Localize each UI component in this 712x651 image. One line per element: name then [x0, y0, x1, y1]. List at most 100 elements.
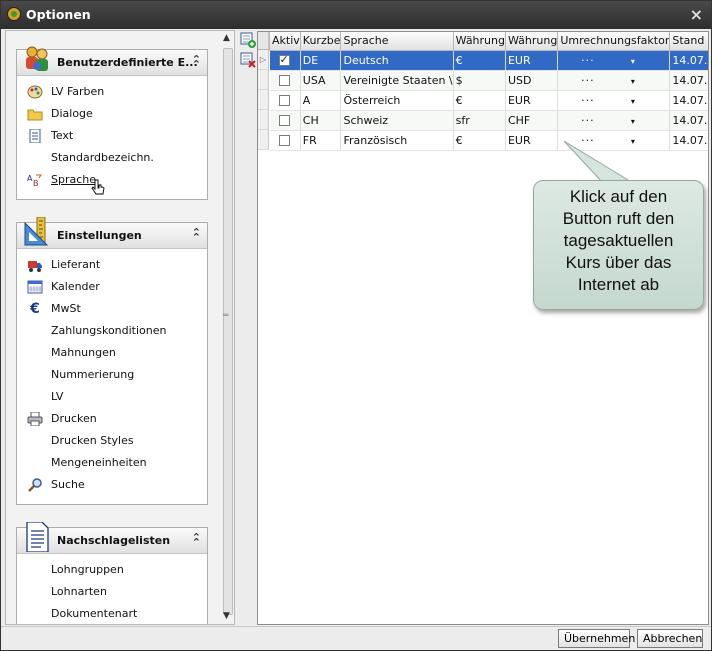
apply-button[interactable]: Übernehmen	[558, 629, 635, 648]
cell-umrechnungsfaktor[interactable]: ··· ▾	[557, 90, 671, 111]
row-indicator-current-icon[interactable]: ▷	[258, 50, 269, 70]
cell-kurz[interactable]: DE	[300, 50, 342, 71]
row-indicator[interactable]	[258, 70, 269, 90]
nav-item-lohnarten[interactable]: Lohnarten	[17, 581, 207, 603]
aktiv-checkbox[interactable]	[278, 75, 290, 86]
table-row[interactable]: USAVereinigte Staaten \$USD···▾14.07.201…	[269, 70, 708, 91]
nav-item-suche[interactable]: Suche	[17, 474, 207, 496]
cell-aktiv[interactable]	[269, 50, 301, 71]
group-header[interactable]: Einstellungen ⌃ ⌃	[17, 217, 207, 249]
cell-stand[interactable]: 14.07.2011	[669, 70, 708, 91]
cell-kurz[interactable]: USA	[300, 70, 342, 91]
nav-item-sprache[interactable]: AB Sprache	[17, 169, 207, 195]
cell-aktiv[interactable]	[269, 110, 301, 131]
fetch-rate-button[interactable]: ···	[560, 94, 615, 107]
nav-item-drucken-styles[interactable]: Drucken Styles	[17, 430, 207, 452]
table-row[interactable]: AÖsterreich€EUR···▾14.07.2011	[269, 90, 708, 111]
table-row[interactable]: CHSchweizsfrCHF···▾14.07.2011	[269, 110, 708, 131]
cell-sprache[interactable]: Deutsch	[340, 50, 454, 71]
column-header-umrechnungsfaktor[interactable]: Umrechnungsfaktor	[557, 32, 671, 51]
cell-sprache[interactable]: Französisch	[340, 130, 454, 151]
cell-symbol[interactable]: $	[453, 70, 506, 91]
fetch-rate-button[interactable]: ···	[560, 114, 615, 127]
cell-aktiv[interactable]	[269, 90, 301, 111]
cell-aktiv[interactable]	[269, 130, 301, 151]
row-indicator[interactable]	[258, 130, 269, 150]
cell-stand[interactable]: 14.07.2011	[669, 50, 708, 71]
cell-umrechnungsfaktor[interactable]: ··· ▾	[557, 110, 671, 131]
scroll-up-arrow-icon[interactable]: ▲	[223, 33, 230, 43]
column-header-stand[interactable]: Stand	[669, 32, 708, 51]
cell-umrechnungsfaktor[interactable]: ··· ▾	[557, 70, 671, 91]
cell-kurz[interactable]: FR	[300, 130, 342, 151]
cell-symbol[interactable]: €	[453, 90, 506, 111]
add-row-button[interactable]	[240, 32, 256, 48]
aktiv-checkbox[interactable]	[278, 95, 290, 106]
aktiv-checkbox[interactable]	[278, 53, 290, 66]
cancel-button[interactable]: Abbrechen	[637, 629, 703, 648]
column-header-kurzbe[interactable]: Kurzbe	[299, 32, 342, 51]
cell-symbol[interactable]: €	[453, 130, 506, 151]
nav-item-mahnungen[interactable]: Mahnungen	[17, 342, 207, 364]
title-bar[interactable]: Optionen ×	[1, 1, 711, 29]
nav-item-lohngruppen[interactable]: Lohngruppen	[17, 559, 207, 581]
cell-sprache[interactable]: Österreich	[340, 90, 454, 111]
dropdown-arrow-icon[interactable]: ▾	[615, 57, 650, 66]
fetch-rate-button[interactable]: ···	[560, 74, 615, 87]
cell-kurz[interactable]: CH	[300, 110, 342, 131]
group-header[interactable]: Benutzerdefinierte E... ⌃ ⌃	[17, 46, 207, 76]
collapse-chevron-icon[interactable]: ⌃ ⌃	[192, 532, 201, 548]
column-header-waehrung-symbol[interactable]: Währung	[452, 32, 506, 51]
close-button[interactable]: ×	[690, 5, 703, 24]
dropdown-arrow-icon[interactable]: ▾	[615, 117, 650, 126]
cell-code[interactable]: EUR	[505, 90, 559, 111]
nav-item-dialoge[interactable]: Dialoge	[17, 103, 207, 125]
delete-row-button[interactable]	[240, 52, 256, 68]
table-row[interactable]: DEDeutsch€EUR···▾14.07.2011	[269, 50, 708, 71]
cell-code[interactable]: EUR	[505, 50, 559, 71]
cell-stand[interactable]: 14.07.2011	[669, 90, 708, 111]
scrollbar-thumb[interactable]	[223, 48, 233, 615]
cell-stand[interactable]: 14.07.2011	[669, 130, 708, 151]
nav-item-drucken[interactable]: Drucken	[17, 408, 207, 430]
cell-aktiv[interactable]	[269, 70, 301, 91]
nav-item-dokumentenart[interactable]: Dokumentenart	[17, 603, 207, 624]
nav-item-kalender[interactable]: Kalender	[17, 276, 207, 298]
navigation-scrollbar[interactable]: ▲ ▼	[220, 31, 235, 625]
nav-item-mwst[interactable]: € MwSt	[17, 298, 207, 320]
row-indicator[interactable]	[258, 90, 269, 110]
column-header-sprache[interactable]: Sprache	[340, 32, 454, 51]
splitter-grip-icon[interactable]: ═	[223, 311, 228, 321]
cell-code[interactable]: EUR	[505, 130, 559, 151]
dropdown-arrow-icon[interactable]: ▾	[615, 97, 650, 106]
aktiv-checkbox[interactable]	[278, 115, 290, 126]
column-header-aktiv[interactable]: Aktiv	[269, 32, 301, 51]
cell-symbol[interactable]: sfr	[453, 110, 506, 131]
aktiv-checkbox[interactable]	[278, 135, 290, 146]
nav-item-lieferant[interactable]: Lieferant	[17, 254, 207, 276]
cell-symbol[interactable]: €	[453, 50, 506, 71]
cell-code[interactable]: USD	[505, 70, 559, 91]
cell-kurz[interactable]: A	[300, 90, 342, 111]
nav-item-text[interactable]: Text	[17, 125, 207, 147]
column-header-waehrung-code[interactable]: Währung	[504, 32, 559, 51]
nav-item-zahlungskonditionen[interactable]: Zahlungskonditionen	[17, 320, 207, 342]
dropdown-arrow-icon[interactable]: ▾	[615, 77, 650, 86]
nav-item-standardbezeichnung[interactable]: Standardbezeichn.	[17, 147, 207, 169]
collapse-chevron-icon[interactable]: ⌃ ⌃	[192, 54, 201, 70]
nav-item-lv-farben[interactable]: LV Farben	[17, 81, 207, 103]
scroll-down-arrow-icon[interactable]: ▼	[223, 611, 230, 621]
cell-sprache[interactable]: Schweiz	[340, 110, 454, 131]
nav-item-lv[interactable]: LV	[17, 386, 207, 408]
cell-umrechnungsfaktor[interactable]: ··· ▾	[557, 50, 671, 71]
cell-sprache[interactable]: Vereinigte Staaten \	[340, 70, 454, 91]
group-header[interactable]: Nachschlagelisten ⌃ ⌃	[17, 522, 207, 554]
row-indicator[interactable]	[258, 110, 269, 130]
cell-code[interactable]: CHF	[505, 110, 559, 131]
collapse-chevron-icon[interactable]: ⌃ ⌃	[192, 227, 201, 243]
table-row[interactable]: FRFranzösisch€EUR···▾14.07.2011	[269, 130, 708, 151]
nav-item-nummerierung[interactable]: Nummerierung	[17, 364, 207, 386]
cell-stand[interactable]: 14.07.2011	[669, 110, 708, 131]
fetch-rate-button[interactable]: ···	[560, 54, 615, 67]
nav-item-mengeneinheiten[interactable]: Mengeneinheiten	[17, 452, 207, 474]
